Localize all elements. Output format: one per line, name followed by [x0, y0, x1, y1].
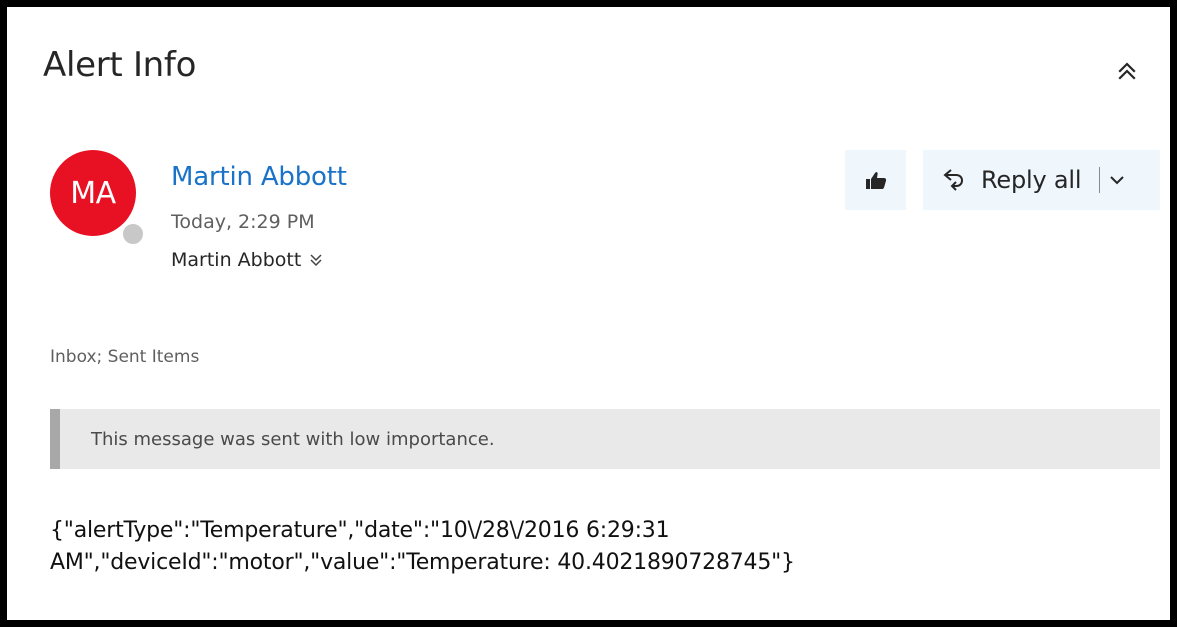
sent-timestamp: Today, 2:29 PM: [171, 211, 315, 233]
reply-all-split-button: Reply all: [923, 150, 1160, 210]
reply-all-icon: [943, 169, 964, 191]
reply-options-dropdown[interactable]: [1108, 150, 1140, 210]
message-subject: Alert Info: [43, 45, 197, 85]
message-body: {"alertType":"Temperature","date":"10\/2…: [50, 515, 1150, 579]
split-divider: [1099, 167, 1101, 193]
avatar-initials: MA: [70, 175, 116, 211]
recipient-name: Martin Abbott: [171, 249, 302, 271]
presence-status-indicator: [120, 221, 146, 247]
importance-notice-text: This message was sent with low importanc…: [91, 428, 495, 450]
thumbs-up-icon: [865, 172, 886, 189]
sender-avatar[interactable]: MA: [50, 150, 136, 236]
reply-all-label: Reply all: [981, 166, 1082, 194]
importance-notice: This message was sent with low importanc…: [50, 409, 1160, 469]
recipient-list[interactable]: Martin Abbott: [171, 249, 323, 271]
body-line: AM","deviceId":"motor","value":"Temperat…: [50, 550, 795, 575]
double-chevron-down-icon: [310, 254, 322, 267]
body-line: {"alertType":"Temperature","date":"10\/2…: [50, 518, 670, 543]
notice-accent-bar: [50, 409, 60, 469]
double-chevron-up-icon: [1118, 62, 1136, 80]
chevron-down-icon: [1110, 176, 1125, 185]
sender-name-link[interactable]: Martin Abbott: [171, 162, 347, 192]
message-folders: Inbox; Sent Items: [50, 347, 200, 367]
reply-all-button[interactable]: Reply all: [923, 150, 1091, 210]
message-reading-pane: Alert Info MA Martin Abbott Today, 2:29 …: [0, 0, 1177, 627]
collapse-header-button[interactable]: [1115, 59, 1139, 83]
like-button[interactable]: [845, 150, 906, 210]
